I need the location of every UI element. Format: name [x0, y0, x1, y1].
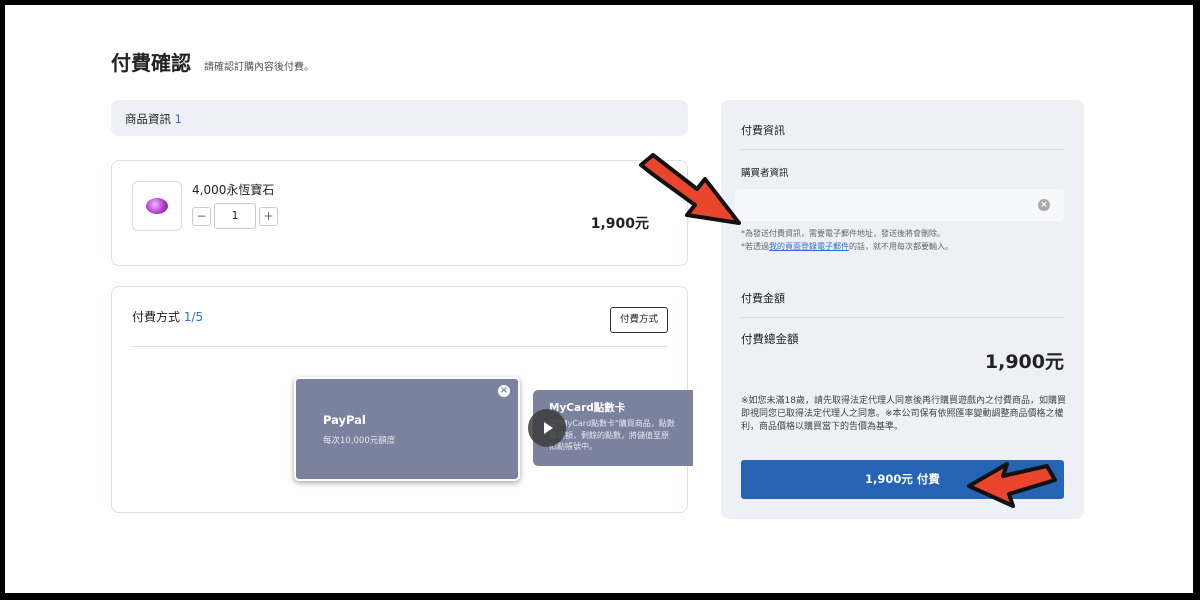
- quantity-decrease-button[interactable]: −: [192, 207, 211, 226]
- payment-method-card: 付費方式 1/5 付費方式 × PayPal 每次10,000元額度 MyCar…: [111, 286, 693, 513]
- product-card: 4,000永恆寶石 − 1 + 1,900元: [111, 160, 688, 266]
- mycard-desc-line: 以"MyCard點數卡"購買商品，點數: [549, 419, 675, 428]
- mycard-desc: 以"MyCard點數卡"購買商品，點數 最高額，剩餘的點數，將儲值至原 扣點帳號…: [549, 418, 693, 453]
- payment-info-title: 付費資訊: [741, 124, 785, 137]
- page-subtitle: 請確認訂購內容後付費。: [204, 62, 314, 73]
- product-info-title: 商品資訊: [125, 112, 171, 126]
- close-icon[interactable]: ×: [498, 385, 510, 397]
- buyer-email-input[interactable]: ×: [735, 189, 1064, 221]
- product-info-label: 商品資訊 1: [125, 111, 182, 127]
- annotation-arrow-icon: [967, 462, 1057, 508]
- quantity-increase-button[interactable]: +: [259, 207, 278, 226]
- payment-method-title: 付費方式 1/5: [132, 308, 203, 325]
- gem-icon: [146, 198, 168, 214]
- buyer-note-2: *若透過我的頁面登錄電子郵件的話，就不用每次都要輸入。: [741, 241, 953, 252]
- payment-method-button[interactable]: 付費方式: [610, 307, 668, 333]
- payment-amount-title: 付費金額: [741, 292, 785, 305]
- divider: [132, 346, 667, 347]
- buyer-note-1: *為發送付費資訊，需要電子郵件地址，發送後將會刪除。: [741, 229, 945, 238]
- buyer-info-label: 購買者資訊: [741, 168, 789, 179]
- divider: [741, 317, 1064, 318]
- paypal-desc: 每次10,000元額度: [323, 436, 396, 446]
- mycard-desc-line: 最高額，剩餘的點數，將儲值至原: [549, 430, 669, 440]
- payment-info-panel: 付費資訊 購買者資訊 × *為發送付費資訊，需要電子郵件地址，發送後將會刪除。 …: [721, 100, 1084, 519]
- payment-method-total: /5: [191, 310, 204, 324]
- page-title: 付費確認: [111, 51, 191, 75]
- mycard-desc-line: 扣點帳號中。: [549, 442, 597, 451]
- annotation-arrow-icon: [639, 153, 741, 225]
- total-amount-label: 付費總金額: [741, 332, 799, 346]
- product-name: 4,000永恆寶石: [192, 183, 275, 197]
- quantity-input[interactable]: 1: [214, 203, 256, 229]
- note-suffix: 的話，就不用每次都要輸入。: [849, 242, 953, 251]
- mycard-name: MyCard點數卡: [549, 402, 626, 414]
- product-info-header: 商品資訊 1: [111, 100, 688, 136]
- note-prefix: *若透過: [741, 242, 769, 251]
- paypal-option[interactable]: × PayPal 每次10,000元額度: [294, 377, 520, 481]
- product-thumbnail: [132, 181, 182, 231]
- product-count: 1: [174, 112, 182, 126]
- my-page-email-link[interactable]: 我的頁面登錄電子郵件: [769, 242, 849, 251]
- payment-method-label: 付費方式: [132, 310, 181, 324]
- page-frame: 付費確認 請確認訂購內容後付費。 商品資訊 1 4,000永恆寶石 − 1 + …: [5, 5, 1193, 593]
- carousel-next-button[interactable]: [528, 409, 566, 447]
- total-amount-value: 1,900元: [984, 351, 1064, 373]
- paypal-name: PayPal: [323, 413, 366, 427]
- play-icon: [544, 422, 553, 434]
- clear-icon[interactable]: ×: [1038, 199, 1050, 211]
- age-disclaimer: ※如您未滿18歲，請先取得法定代理人同意後再行購買遊戲內之付費商品，如購買即視同…: [741, 396, 1066, 432]
- divider: [741, 149, 1064, 150]
